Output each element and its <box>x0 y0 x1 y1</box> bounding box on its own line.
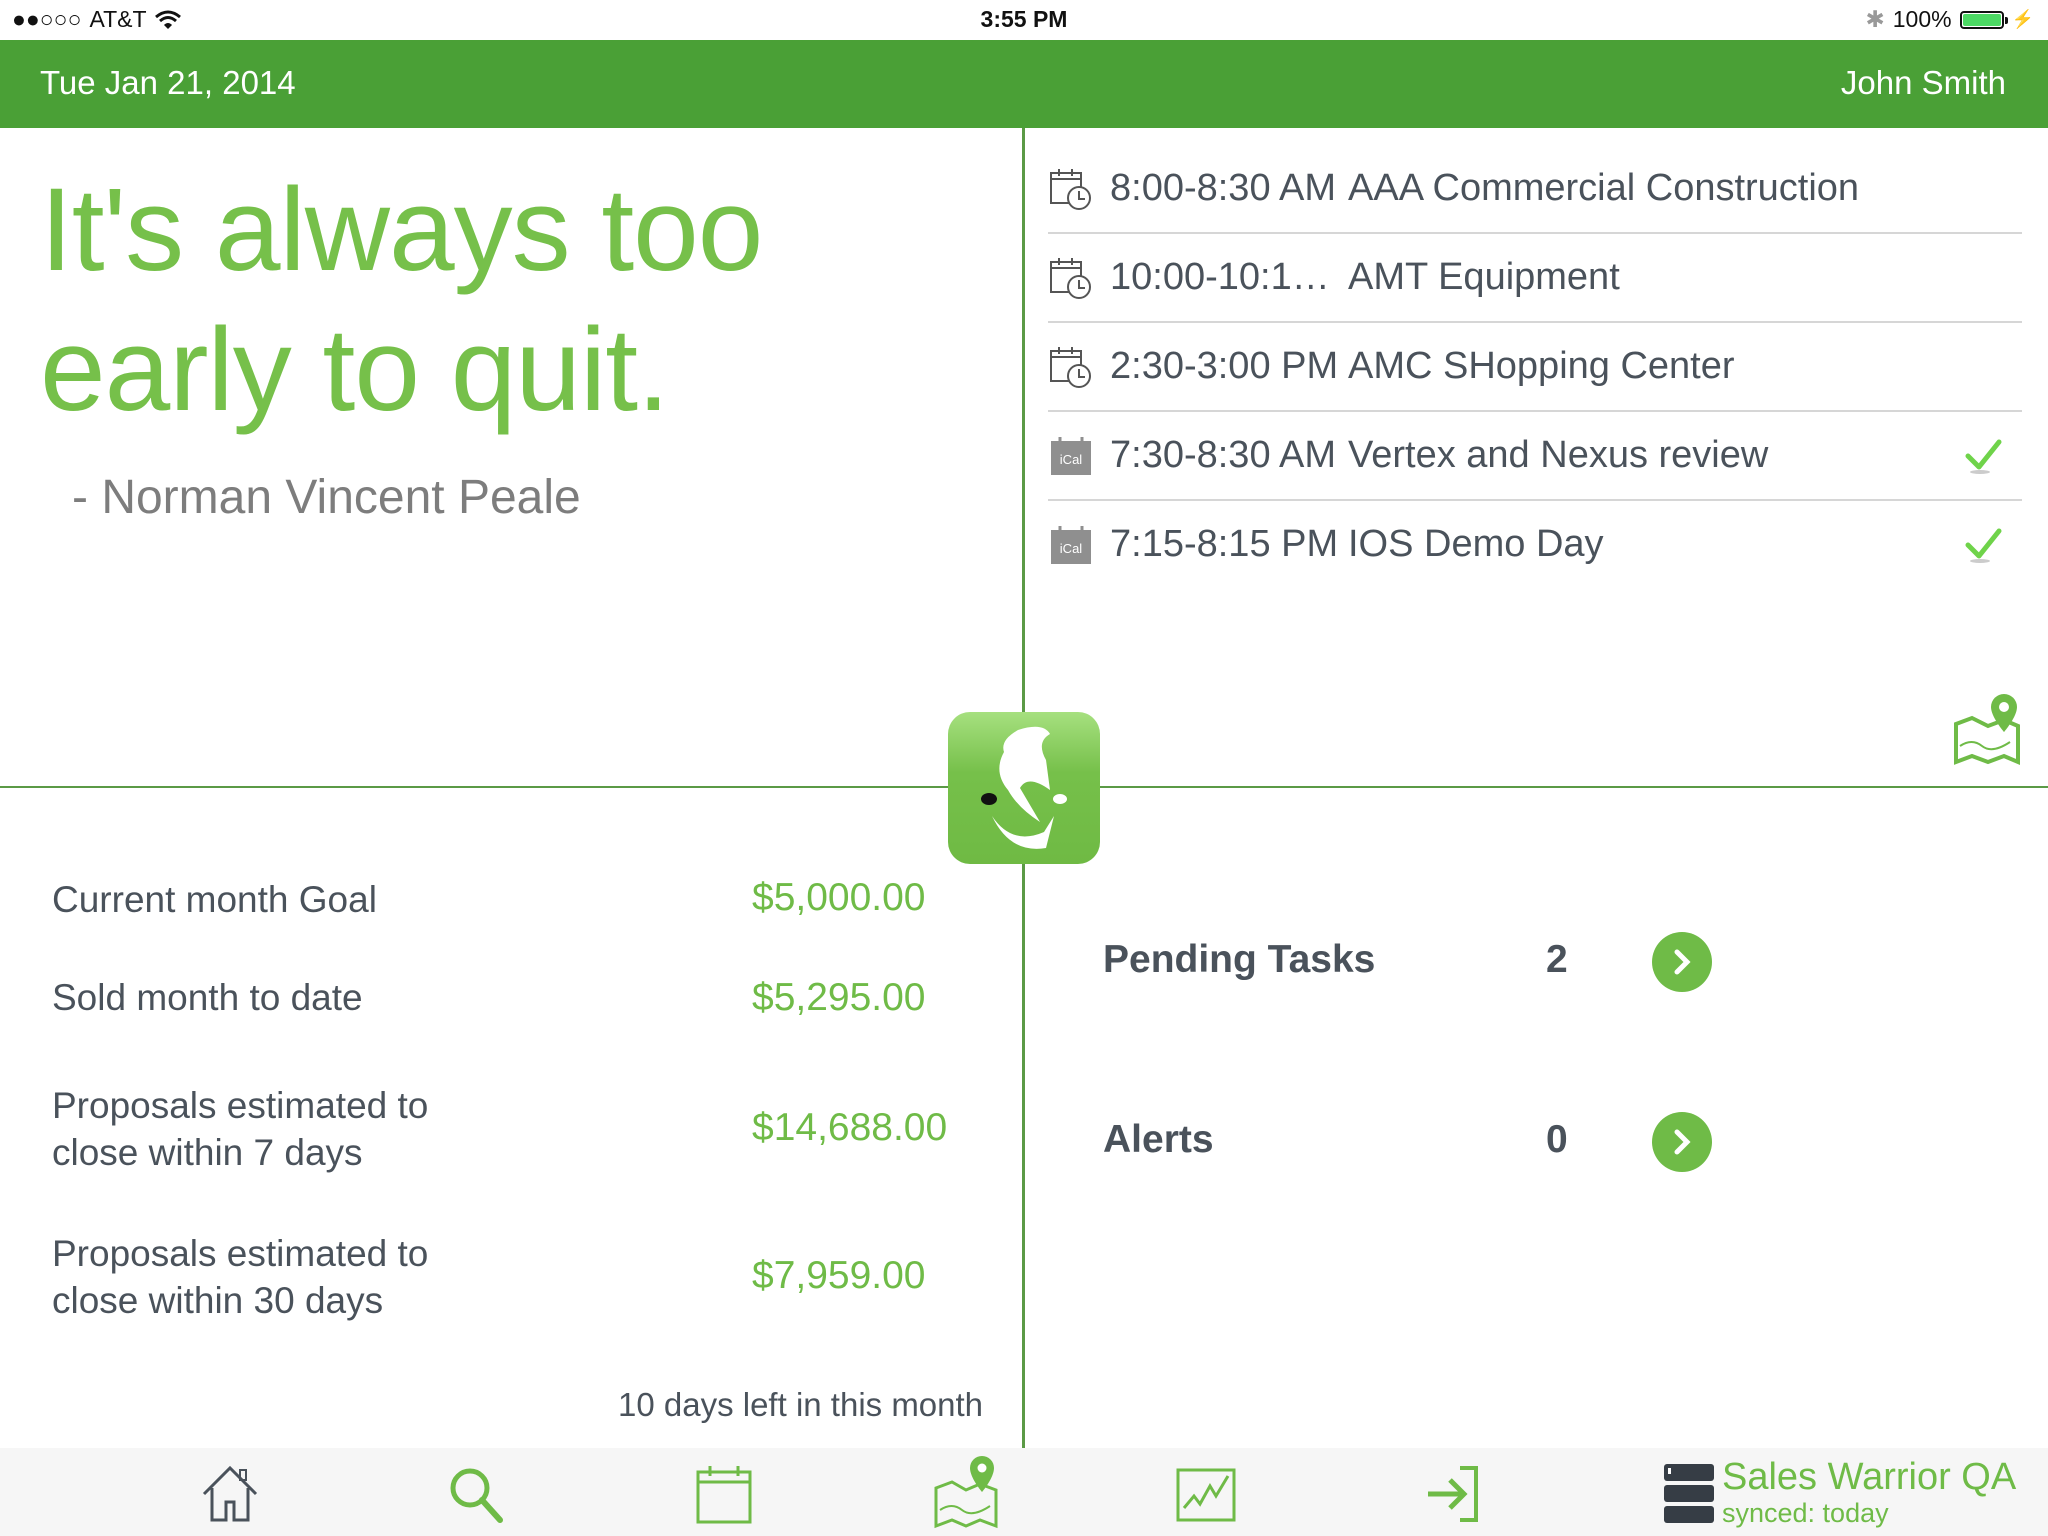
chevron-right-icon <box>1674 949 1691 975</box>
stat-label-line: close within 30 days <box>52 1280 384 1321</box>
status-bar: ●●○○○ AT&T 3:55 PM ✱ 100% ⚡ <box>0 0 2048 40</box>
appointment-row[interactable]: 8:00-8:30 AM AAA Commercial Construction <box>1048 145 2022 234</box>
appointment-time: 7:15-8:15 PM <box>1110 523 1339 565</box>
stat-label-line: Proposals estimated to <box>52 1085 429 1126</box>
appointment-title: AMC SHopping Center <box>1348 345 1735 387</box>
battery-icon <box>1959 10 2008 29</box>
stat-label-sold: Sold month to date <box>52 977 363 1018</box>
ical-icon: iCal <box>1051 525 1091 564</box>
appointment-row[interactable]: 2:30-3:00 PM AMC SHopping Center <box>1048 323 2022 412</box>
chart-icon[interactable] <box>1174 1462 1238 1526</box>
alerts-button[interactable] <box>1652 1112 1712 1172</box>
user-name[interactable]: John Smith <box>1841 64 2006 102</box>
appointment-time: 8:00-8:30 AM <box>1110 167 1337 209</box>
appointment-time: 7:30-8:30 AM <box>1110 434 1337 476</box>
stat-label-30-days: Proposals estimated to close within 30 d… <box>52 1230 428 1324</box>
quote-line-2: early to quit. <box>40 304 670 436</box>
alerts-count: 0 <box>1546 1118 1568 1161</box>
appointment-title: AAA Commercial Construction <box>1348 167 1860 209</box>
calendar-clock-icon <box>1050 346 1091 388</box>
days-left-text: 10 days left in this month <box>618 1386 984 1423</box>
charging-icon: ⚡ <box>2011 9 2034 29</box>
battery-percent: 100% <box>1892 6 1952 32</box>
sign-in-icon[interactable] <box>1424 1462 1488 1526</box>
pending-tasks-label: Pending Tasks <box>1103 938 1376 981</box>
appointment-row[interactable]: iCal 7:30-8:30 AM Vertex and Nexus revie… <box>1048 412 2022 501</box>
appointment-list: 8:00-8:30 AM AAA Commercial Construction… <box>1048 145 2022 588</box>
checkmark-icon <box>1965 439 2002 474</box>
bottom-toolbar: Sales Warrior QA synced: today <box>0 1448 2048 1536</box>
sync-status: synced: today <box>1722 1498 1889 1528</box>
bluetooth-icon: ✱ <box>1865 6 1885 32</box>
home-icon[interactable] <box>198 1462 262 1526</box>
appointment-row[interactable]: 10:00-10:1… AMT Equipment <box>1048 234 2022 323</box>
app-header: Tue Jan 21, 2014 John Smith <box>0 40 2048 128</box>
pending-tasks-button[interactable] <box>1652 932 1712 992</box>
calendar-clock-icon <box>1050 168 1091 210</box>
stat-label-line: close within 7 days <box>52 1132 363 1173</box>
daily-quote: It's always too early to quit. <box>40 160 940 440</box>
current-date: Tue Jan 21, 2014 <box>40 64 296 101</box>
alerts-label: Alerts <box>1103 1118 1214 1161</box>
appointment-time: 10:00-10:1… <box>1110 256 1330 298</box>
appointment-row[interactable]: iCal 7:15-8:15 PM IOS Demo Day <box>1048 501 2022 588</box>
pending-tasks-count: 2 <box>1546 938 1568 981</box>
appointment-title: AMT Equipment <box>1348 256 1620 298</box>
clock: 3:55 PM <box>980 6 1068 32</box>
search-icon[interactable] <box>444 1462 508 1526</box>
map-icon[interactable] <box>934 1454 998 1530</box>
quote-author: - Norman Vincent Peale <box>72 471 581 524</box>
appointment-title: IOS Demo Day <box>1348 523 1604 565</box>
sync-title[interactable]: Sales Warrior QA <box>1722 1456 2016 1499</box>
stat-value-sold: $5,295.00 <box>752 976 926 1019</box>
ical-label: iCal <box>1060 452 1083 467</box>
ical-label: iCal <box>1060 541 1083 556</box>
stat-label-line: Proposals estimated to <box>52 1233 429 1274</box>
quote-line-1: It's always too <box>40 164 763 296</box>
map-icon[interactable] <box>1952 690 2022 766</box>
stat-label-7-days: Proposals estimated to close within 7 da… <box>52 1082 428 1176</box>
stat-value-goal: $5,000.00 <box>752 876 926 919</box>
stat-value-7-days: $14,688.00 <box>752 1106 948 1149</box>
database-icon[interactable] <box>1664 1462 1714 1524</box>
calendar-clock-icon <box>1050 257 1091 299</box>
app-logo[interactable] <box>948 712 1100 864</box>
appointment-time: 2:30-3:00 PM <box>1110 345 1339 387</box>
warrior-face-icon <box>981 726 1067 849</box>
chevron-right-icon <box>1674 1129 1691 1155</box>
battery-info: ✱ 100% ⚡ <box>1865 6 2034 33</box>
stat-label-goal: Current month Goal <box>52 879 377 920</box>
stat-value-30-days: $7,959.00 <box>752 1254 926 1297</box>
ical-icon: iCal <box>1051 436 1091 475</box>
appointment-title: Vertex and Nexus review <box>1348 434 1769 476</box>
checkmark-icon <box>1965 528 2002 563</box>
calendar-icon[interactable] <box>692 1462 756 1526</box>
